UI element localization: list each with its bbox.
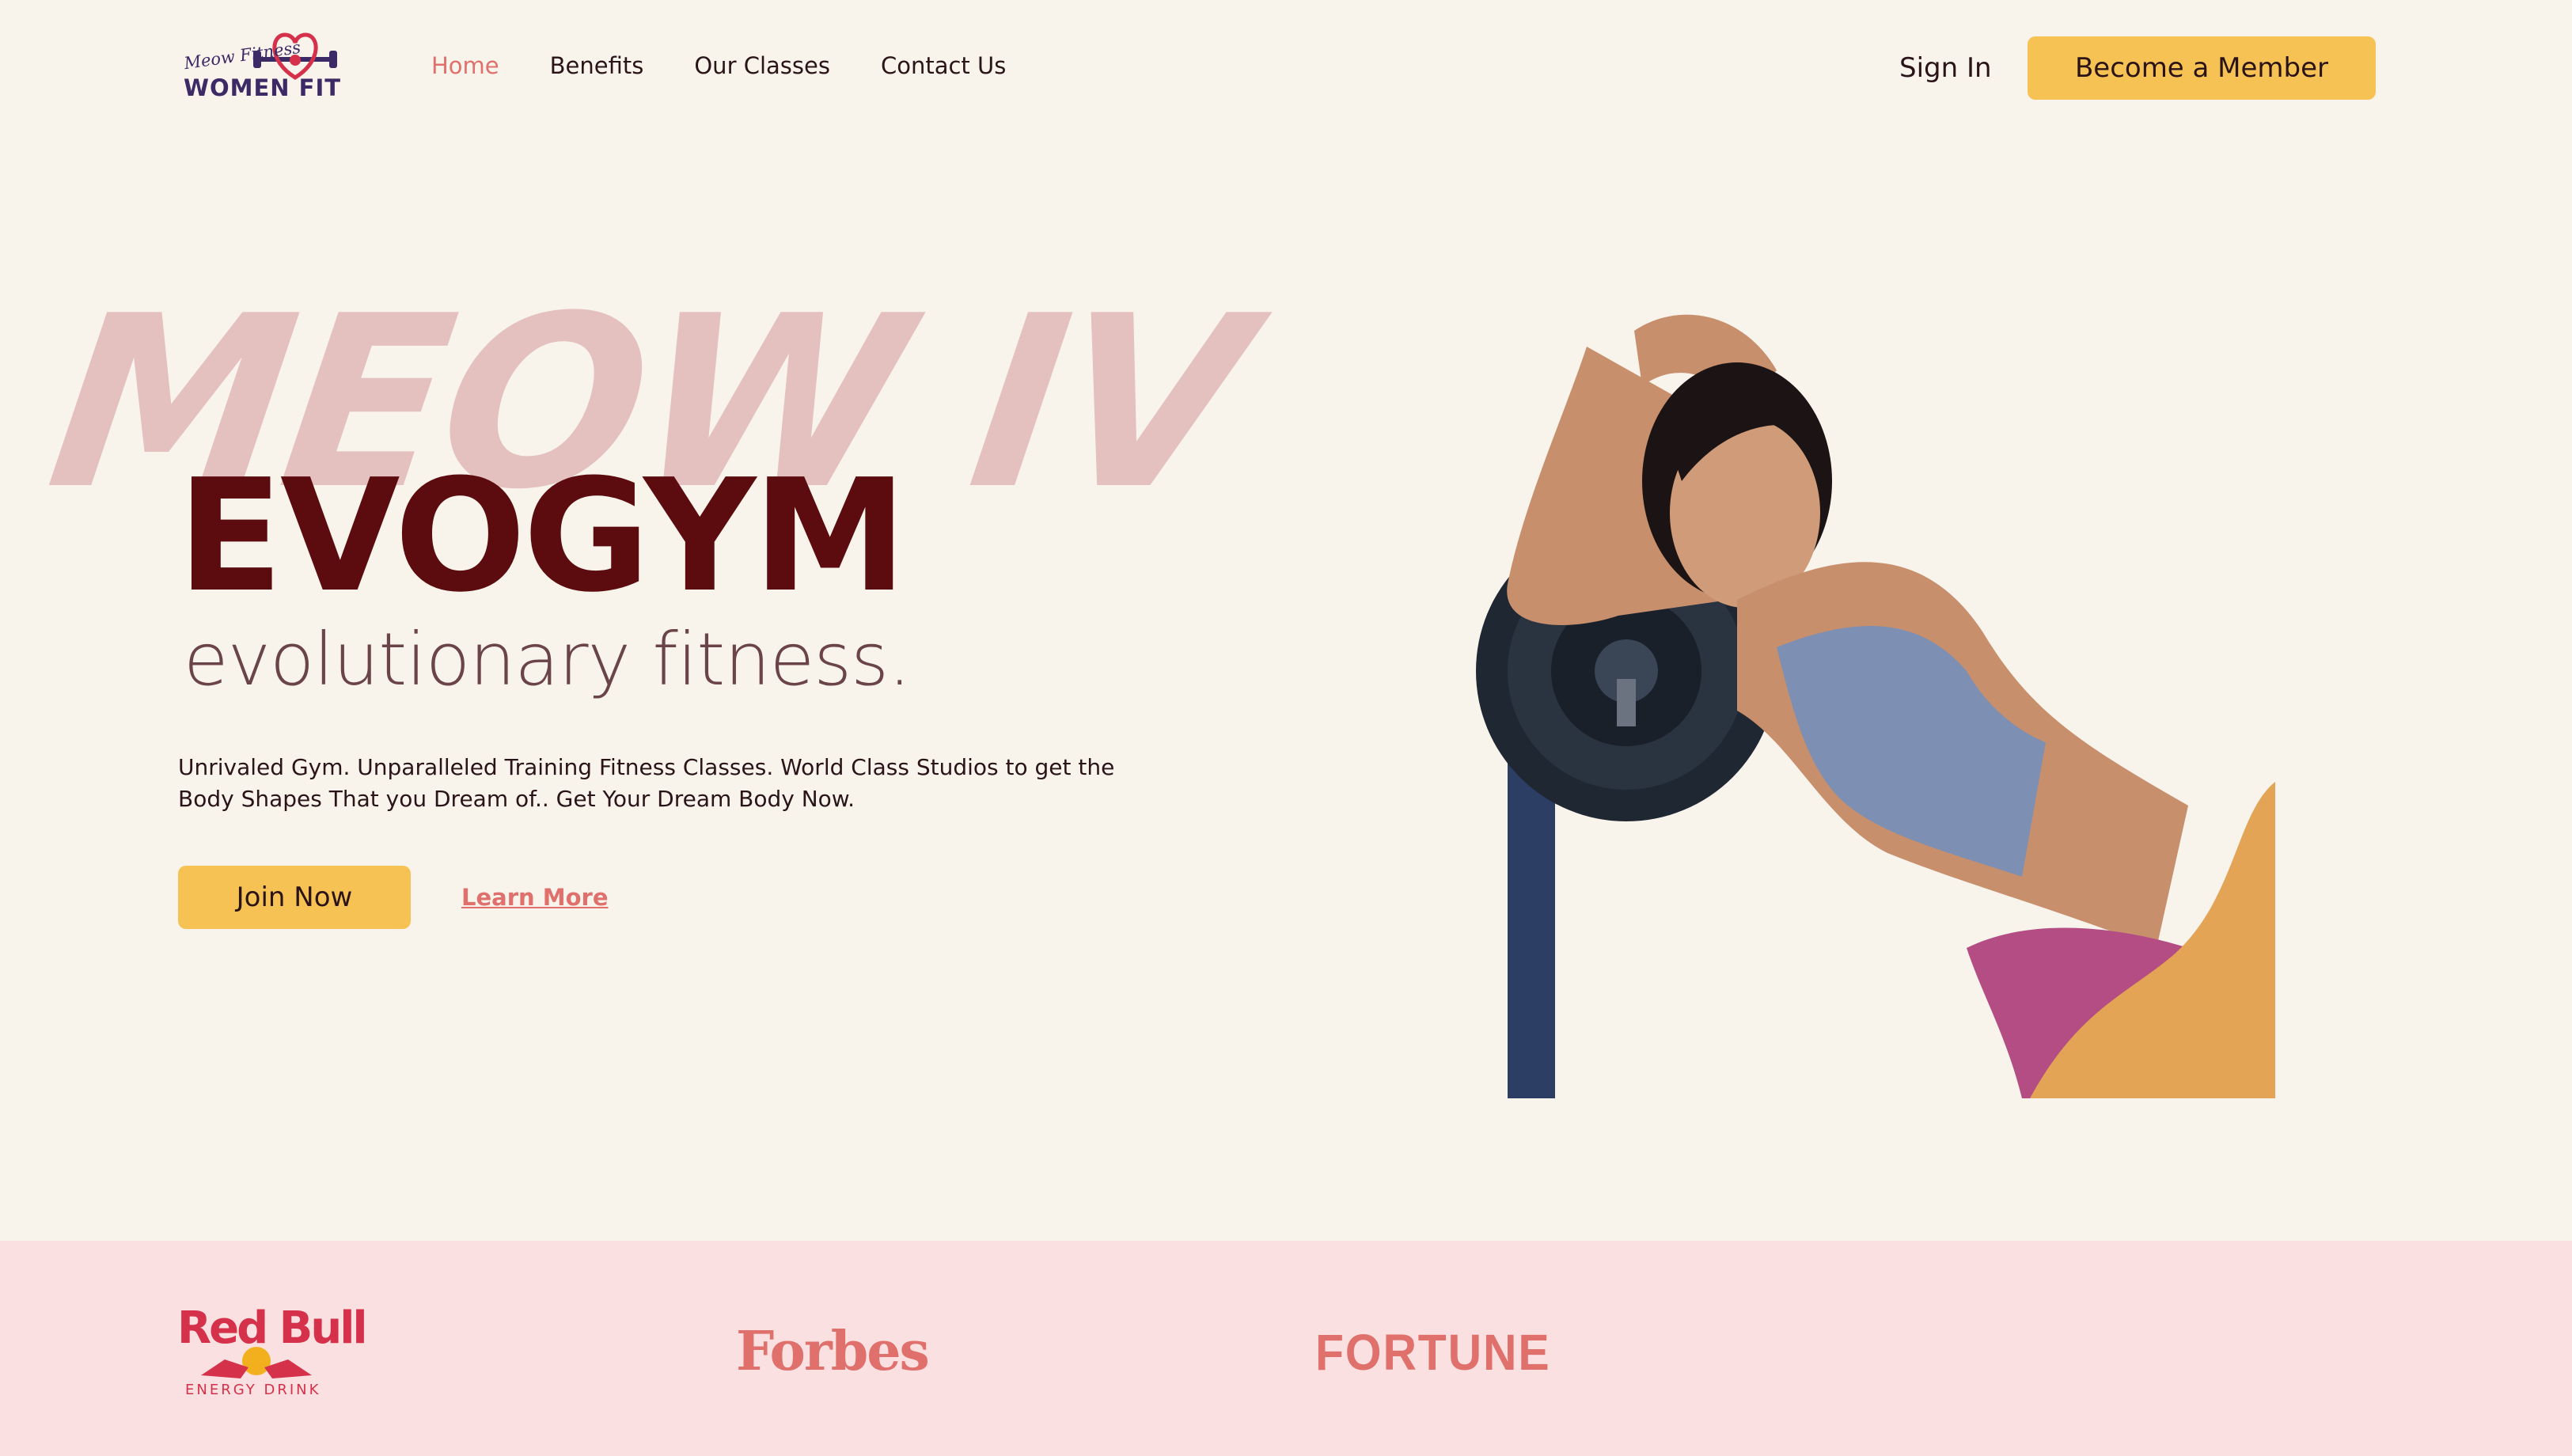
hero-description: Unrivaled Gym. Unparalleled Training Fit… (178, 754, 1115, 812)
bulls-icon (201, 1347, 312, 1378)
nav-link-contact-us[interactable]: Contact Us (881, 52, 1006, 79)
hero-subtitle: evolutionary fitness. (184, 617, 911, 702)
nav-link-home[interactable]: Home (431, 52, 499, 79)
redbull-logo: Red Bull ENERGY DRINK (177, 1302, 368, 1398)
nav-link-our-classes[interactable]: Our Classes (694, 52, 830, 79)
nav-link-benefits[interactable]: Benefits (550, 52, 644, 79)
forbes-logo: Forbes (736, 1320, 930, 1383)
hero-title: EVOGYM (177, 446, 907, 627)
nav-links: Home Benefits Our Classes Contact Us (431, 52, 1006, 79)
top-navbar: Meow Fitness WOMEN FIT Home Benefits Our… (0, 0, 2572, 136)
brand-logo[interactable]: Meow Fitness WOMEN FIT (180, 28, 342, 111)
logo-main-text: WOMEN FIT (184, 74, 342, 101)
sponsors-band: Red Bull ENERGY DRINK Forbes FORTUNE (0, 1241, 2572, 1456)
redbull-logo-subtext: ENERGY DRINK (185, 1382, 321, 1398)
fortune-logo: FORTUNE (1315, 1324, 1551, 1381)
sign-in-link[interactable]: Sign In (1899, 52, 1992, 84)
learn-more-link[interactable]: Learn More (461, 884, 609, 911)
woman-with-weight-plate-icon (1476, 314, 2275, 1098)
join-now-button[interactable]: Join Now (178, 866, 411, 929)
hero-image (1476, 299, 2275, 1098)
become-member-button[interactable]: Become a Member (2028, 36, 2376, 100)
